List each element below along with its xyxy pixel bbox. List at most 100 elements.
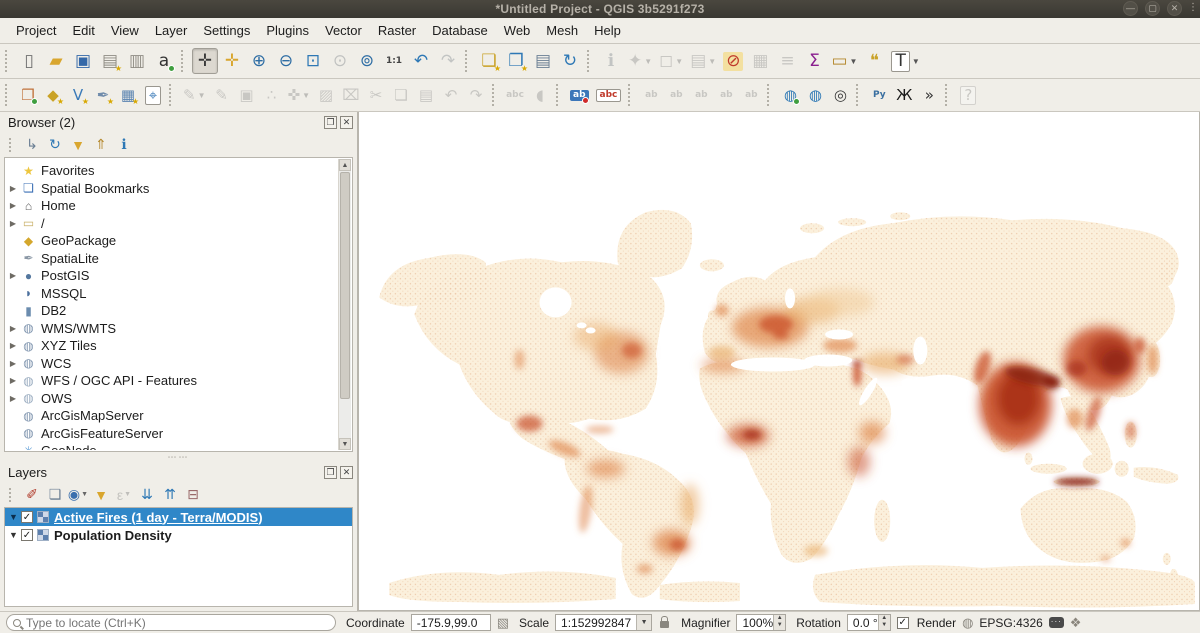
filter-legend-button[interactable]: ▼	[91, 485, 111, 505]
layer-item-active-fires-1-day-terra-modis[interactable]: ▼✓Active Fires (1 day - Terra/MODIS)	[5, 508, 352, 526]
properties-widget-button[interactable]: ℹ	[114, 135, 134, 155]
menu-layer[interactable]: Layer	[147, 20, 196, 41]
browser-item-xyz-tiles[interactable]: ▶◍XYZ Tiles	[6, 337, 338, 355]
show-bookmark-manager-button[interactable]: ▤	[530, 48, 556, 74]
menu-raster[interactable]: Raster	[370, 20, 424, 41]
browser-item-spatialite[interactable]: ✒SpatiaLite	[6, 250, 338, 268]
panel-splitter[interactable]: ⋯⋯	[0, 452, 357, 462]
scroll-up-icon[interactable]: ▲	[339, 159, 351, 171]
manage-map-themes-button[interactable]: ◉▼	[68, 485, 88, 505]
open-layer-styling-button[interactable]: ✐	[22, 485, 42, 505]
open-data-source-manager-button[interactable]: ⌖	[141, 83, 165, 107]
chevron-down-icon[interactable]: ▼	[675, 57, 683, 66]
locator-input[interactable]	[26, 616, 329, 630]
toolbar-handle[interactable]	[767, 84, 773, 106]
toolbar-handle[interactable]	[556, 84, 562, 106]
rotation-spinbox[interactable]: 0.0 ° ▲▼	[847, 614, 891, 631]
toolbar-overflow-button[interactable]: »	[917, 83, 941, 107]
add-layer-stack-button[interactable]: ❒	[16, 83, 40, 107]
float-panel-icon[interactable]: ❐	[324, 116, 337, 129]
browser-item-home[interactable]: ▶⌂Home	[6, 197, 338, 215]
map-tips-button[interactable]: ❝	[861, 48, 887, 74]
new-print-layout-button[interactable]: ▤★	[97, 48, 123, 74]
plugin-icon[interactable]: ❖	[1070, 615, 1082, 631]
browser-item-arcgismapserver[interactable]: ◍ArcGisMapServer	[6, 407, 338, 425]
new-project-button[interactable]: ▯	[16, 48, 42, 74]
expand-arrow-icon[interactable]: ▶	[6, 219, 20, 228]
toolbar-handle[interactable]	[5, 84, 11, 106]
close-panel-icon[interactable]: ✕	[340, 466, 353, 479]
browser-item-wms-wmts[interactable]: ▶◍WMS/WMTS	[6, 320, 338, 338]
spinner-arrows-icon[interactable]: ▲▼	[773, 615, 785, 630]
refresh-map-button[interactable]: ↻	[557, 48, 583, 74]
close-icon[interactable]: ✕	[1167, 1, 1182, 16]
menu-vector[interactable]: Vector	[317, 20, 370, 41]
chevron-down-icon[interactable]: ▼	[81, 491, 88, 498]
messages-icon[interactable]: ···	[1049, 617, 1064, 628]
new-temporary-scratch-layer-button[interactable]: ▦★	[116, 83, 140, 107]
layer-item-population-density[interactable]: ▼✓Population Density	[5, 526, 352, 544]
new-spatialite-layer-button[interactable]: ✒★	[91, 83, 115, 107]
add-selected-layers-button[interactable]: ↳	[22, 135, 42, 155]
browser-item-wfs-ogc-api-features[interactable]: ▶◍WFS / OGC API - Features	[6, 372, 338, 390]
expand-arrow-icon[interactable]: ▶	[6, 359, 20, 368]
browser-item-db2[interactable]: ▮DB2	[6, 302, 338, 320]
coordinate-field[interactable]: -175.9,99.0	[411, 614, 491, 631]
chevron-down-icon[interactable]: ▼	[198, 91, 206, 100]
toolbar-handle[interactable]	[181, 50, 187, 72]
render-checkbox[interactable]: ✓ Render	[897, 616, 956, 630]
refresh-browser-button[interactable]: ↻	[45, 135, 65, 155]
layer-visibility-checkbox[interactable]: ✓	[21, 511, 33, 523]
lock-icon[interactable]	[660, 621, 669, 628]
toolbar-handle[interactable]	[465, 50, 471, 72]
toolbar-handle[interactable]	[169, 84, 175, 106]
collapse-arrow-icon[interactable]: ▼	[9, 512, 21, 522]
minimize-icon[interactable]: —	[1123, 1, 1138, 16]
chevron-down-icon[interactable]: ▼	[636, 615, 651, 630]
scale-combo[interactable]: 1:152992847 ▼	[555, 614, 652, 631]
zoom-full-button[interactable]: ⊡	[300, 48, 326, 74]
menu-web[interactable]: Web	[496, 20, 539, 41]
zoom-to-layer-button[interactable]: ⊚	[354, 48, 380, 74]
layer-labeling-options-button[interactable]: ab	[567, 83, 592, 107]
expand-arrow-icon[interactable]: ▶	[6, 201, 20, 210]
spinner-arrows-icon[interactable]: ▲▼	[878, 615, 890, 630]
expand-arrow-icon[interactable]: ▶	[6, 394, 20, 403]
show-statistical-summary-button[interactable]: Σ	[801, 48, 827, 74]
toolbar-handle[interactable]	[856, 84, 862, 106]
pan-map-button[interactable]: ✛	[192, 48, 218, 74]
scrollbar-thumb[interactable]	[340, 172, 350, 399]
collapse-all-button[interactable]: ⇑	[91, 135, 111, 155]
chevron-down-icon[interactable]: ▼	[302, 91, 310, 100]
open-project-button[interactable]: ▰	[43, 48, 69, 74]
expand-arrow-icon[interactable]: ▶	[6, 184, 20, 193]
collapse-arrow-icon[interactable]: ▼	[9, 530, 21, 540]
expand-arrow-icon[interactable]: ▶	[6, 341, 20, 350]
style-manager-button[interactable]: a	[151, 48, 177, 74]
browser-item-favorites[interactable]: ★Favorites	[6, 162, 338, 180]
metasearch-catalog-button[interactable]: ◎	[828, 83, 852, 107]
chevron-down-icon[interactable]: ▼	[912, 57, 920, 66]
add-group-button[interactable]: ❏	[45, 485, 65, 505]
expand-arrow-icon[interactable]: ▶	[6, 271, 20, 280]
browser-item-arcgisfeatureserver[interactable]: ◍ArcGisFeatureServer	[6, 425, 338, 443]
menu-database[interactable]: Database	[424, 20, 496, 41]
browser-item-postgis[interactable]: ▶●PostGIS	[6, 267, 338, 285]
scroll-down-icon[interactable]: ▼	[339, 438, 351, 450]
checkbox-checked-icon[interactable]: ✓	[897, 617, 909, 629]
crs-button[interactable]: EPSG:4326	[979, 616, 1042, 630]
toolbar-handle[interactable]	[628, 84, 634, 106]
chevron-down-icon[interactable]: ▼	[644, 57, 652, 66]
menu-help[interactable]: Help	[586, 20, 629, 41]
extents-icon[interactable]: ▧	[497, 615, 509, 631]
menu-project[interactable]: Project	[8, 20, 64, 41]
expand-all-layers-button[interactable]: ⇊	[137, 485, 157, 505]
save-project-button[interactable]: ▣	[70, 48, 96, 74]
search-ows-service-button[interactable]: ◍	[803, 83, 827, 107]
locator-box[interactable]	[6, 614, 336, 631]
layer-diagram-options-button[interactable]: abc	[593, 83, 625, 107]
show-layout-manager-button[interactable]: ▥	[124, 48, 150, 74]
new-geopackage-layer-button[interactable]: ◆★	[41, 83, 65, 107]
magnifier-spinbox[interactable]: 100% ▲▼	[736, 614, 786, 631]
browser-item-wcs[interactable]: ▶◍WCS	[6, 355, 338, 373]
